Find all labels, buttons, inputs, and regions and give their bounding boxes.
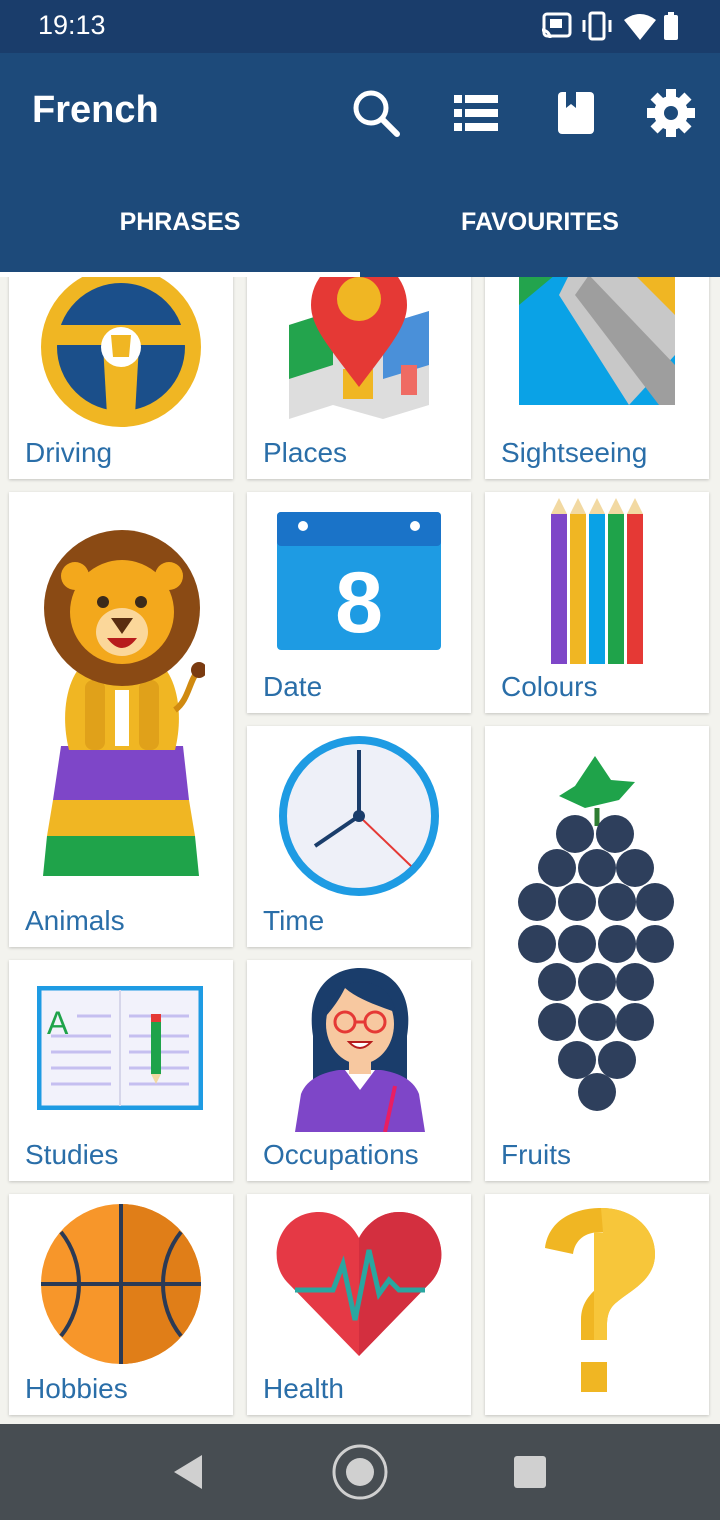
category-card-hobbies[interactable]: Hobbies: [9, 1194, 233, 1415]
category-card-studies[interactable]: A Studies: [9, 960, 233, 1181]
question-mark-icon: [545, 1208, 655, 1392]
category-grid: Driving Places Sightseeing Animals 8 Dat…: [0, 277, 720, 1424]
vibrate-icon: [582, 11, 612, 41]
category-card-time[interactable]: Time: [247, 726, 471, 947]
book-icon: A: [37, 986, 203, 1110]
category-label: Sightseeing: [501, 437, 648, 468]
back-icon: [174, 1455, 202, 1489]
category-card-driving[interactable]: Driving: [9, 277, 233, 479]
bookmark-button[interactable]: [546, 83, 606, 143]
book-letter: A: [47, 1005, 69, 1041]
tab-phrases[interactable]: PHRASES: [0, 189, 360, 277]
heart-icon: [276, 1212, 442, 1356]
map-pin-icon: [289, 277, 429, 419]
back-button[interactable]: [158, 1442, 218, 1502]
steering-wheel-icon: [41, 277, 201, 427]
lion-icon: [43, 530, 205, 876]
category-card-fruits[interactable]: Fruits: [485, 726, 709, 1181]
category-label: Fruits: [501, 1139, 571, 1170]
navigation-bar: [0, 1424, 720, 1520]
category-card-date[interactable]: 8 Date: [247, 492, 471, 713]
settings-button[interactable]: [641, 83, 701, 143]
list-icon: [454, 95, 498, 131]
app-title: French: [32, 89, 159, 131]
bookmark-icon: [558, 92, 594, 134]
clock-icon: [279, 736, 439, 896]
home-icon: [332, 1444, 388, 1500]
calendar-icon: 8: [277, 512, 441, 651]
category-card-colours[interactable]: Colours: [485, 492, 709, 713]
home-button[interactable]: [330, 1442, 390, 1502]
category-label: Driving: [25, 437, 113, 468]
grapes-icon: [518, 756, 674, 1111]
category-label: Time: [263, 905, 325, 936]
category-card-health[interactable]: Health: [247, 1194, 471, 1415]
category-label: Places: [263, 437, 348, 468]
search-icon: [353, 90, 400, 137]
category-label: Date: [263, 671, 323, 702]
category-card-more[interactable]: [485, 1194, 709, 1415]
status-bar: 19:13: [0, 0, 720, 53]
category-label: Hobbies: [25, 1373, 128, 1404]
cast-icon: [541, 12, 572, 39]
status-time: 19:13: [38, 10, 106, 40]
category-card-sightseeing[interactable]: Sightseeing: [485, 277, 709, 479]
battery-icon: [664, 12, 678, 40]
category-label: Animals: [25, 905, 125, 936]
basketball-icon: [41, 1204, 201, 1364]
recents-button[interactable]: [500, 1442, 560, 1502]
category-label: Studies: [25, 1139, 119, 1170]
list-button[interactable]: [446, 83, 506, 143]
calendar-number: 8: [335, 555, 383, 651]
category-card-places[interactable]: Places: [247, 277, 471, 479]
gear-icon: [647, 89, 695, 137]
category-label: Health: [263, 1373, 344, 1404]
recents-icon: [514, 1456, 546, 1488]
status-icons: [540, 10, 690, 47]
tab-favourites[interactable]: FAVOURITES: [360, 189, 720, 277]
teacher-icon: [295, 968, 425, 1132]
category-label: Colours: [501, 671, 598, 702]
search-button[interactable]: [346, 83, 406, 143]
category-card-occupations[interactable]: Occupations: [247, 960, 471, 1181]
app-bar: French PHRASES FAVOURITES: [0, 53, 720, 277]
wifi-icon: [624, 14, 656, 40]
map-icon: [519, 277, 675, 405]
pencils-icon: [551, 498, 643, 664]
category-label: Occupations: [263, 1139, 419, 1170]
category-card-animals[interactable]: Animals: [9, 492, 233, 947]
